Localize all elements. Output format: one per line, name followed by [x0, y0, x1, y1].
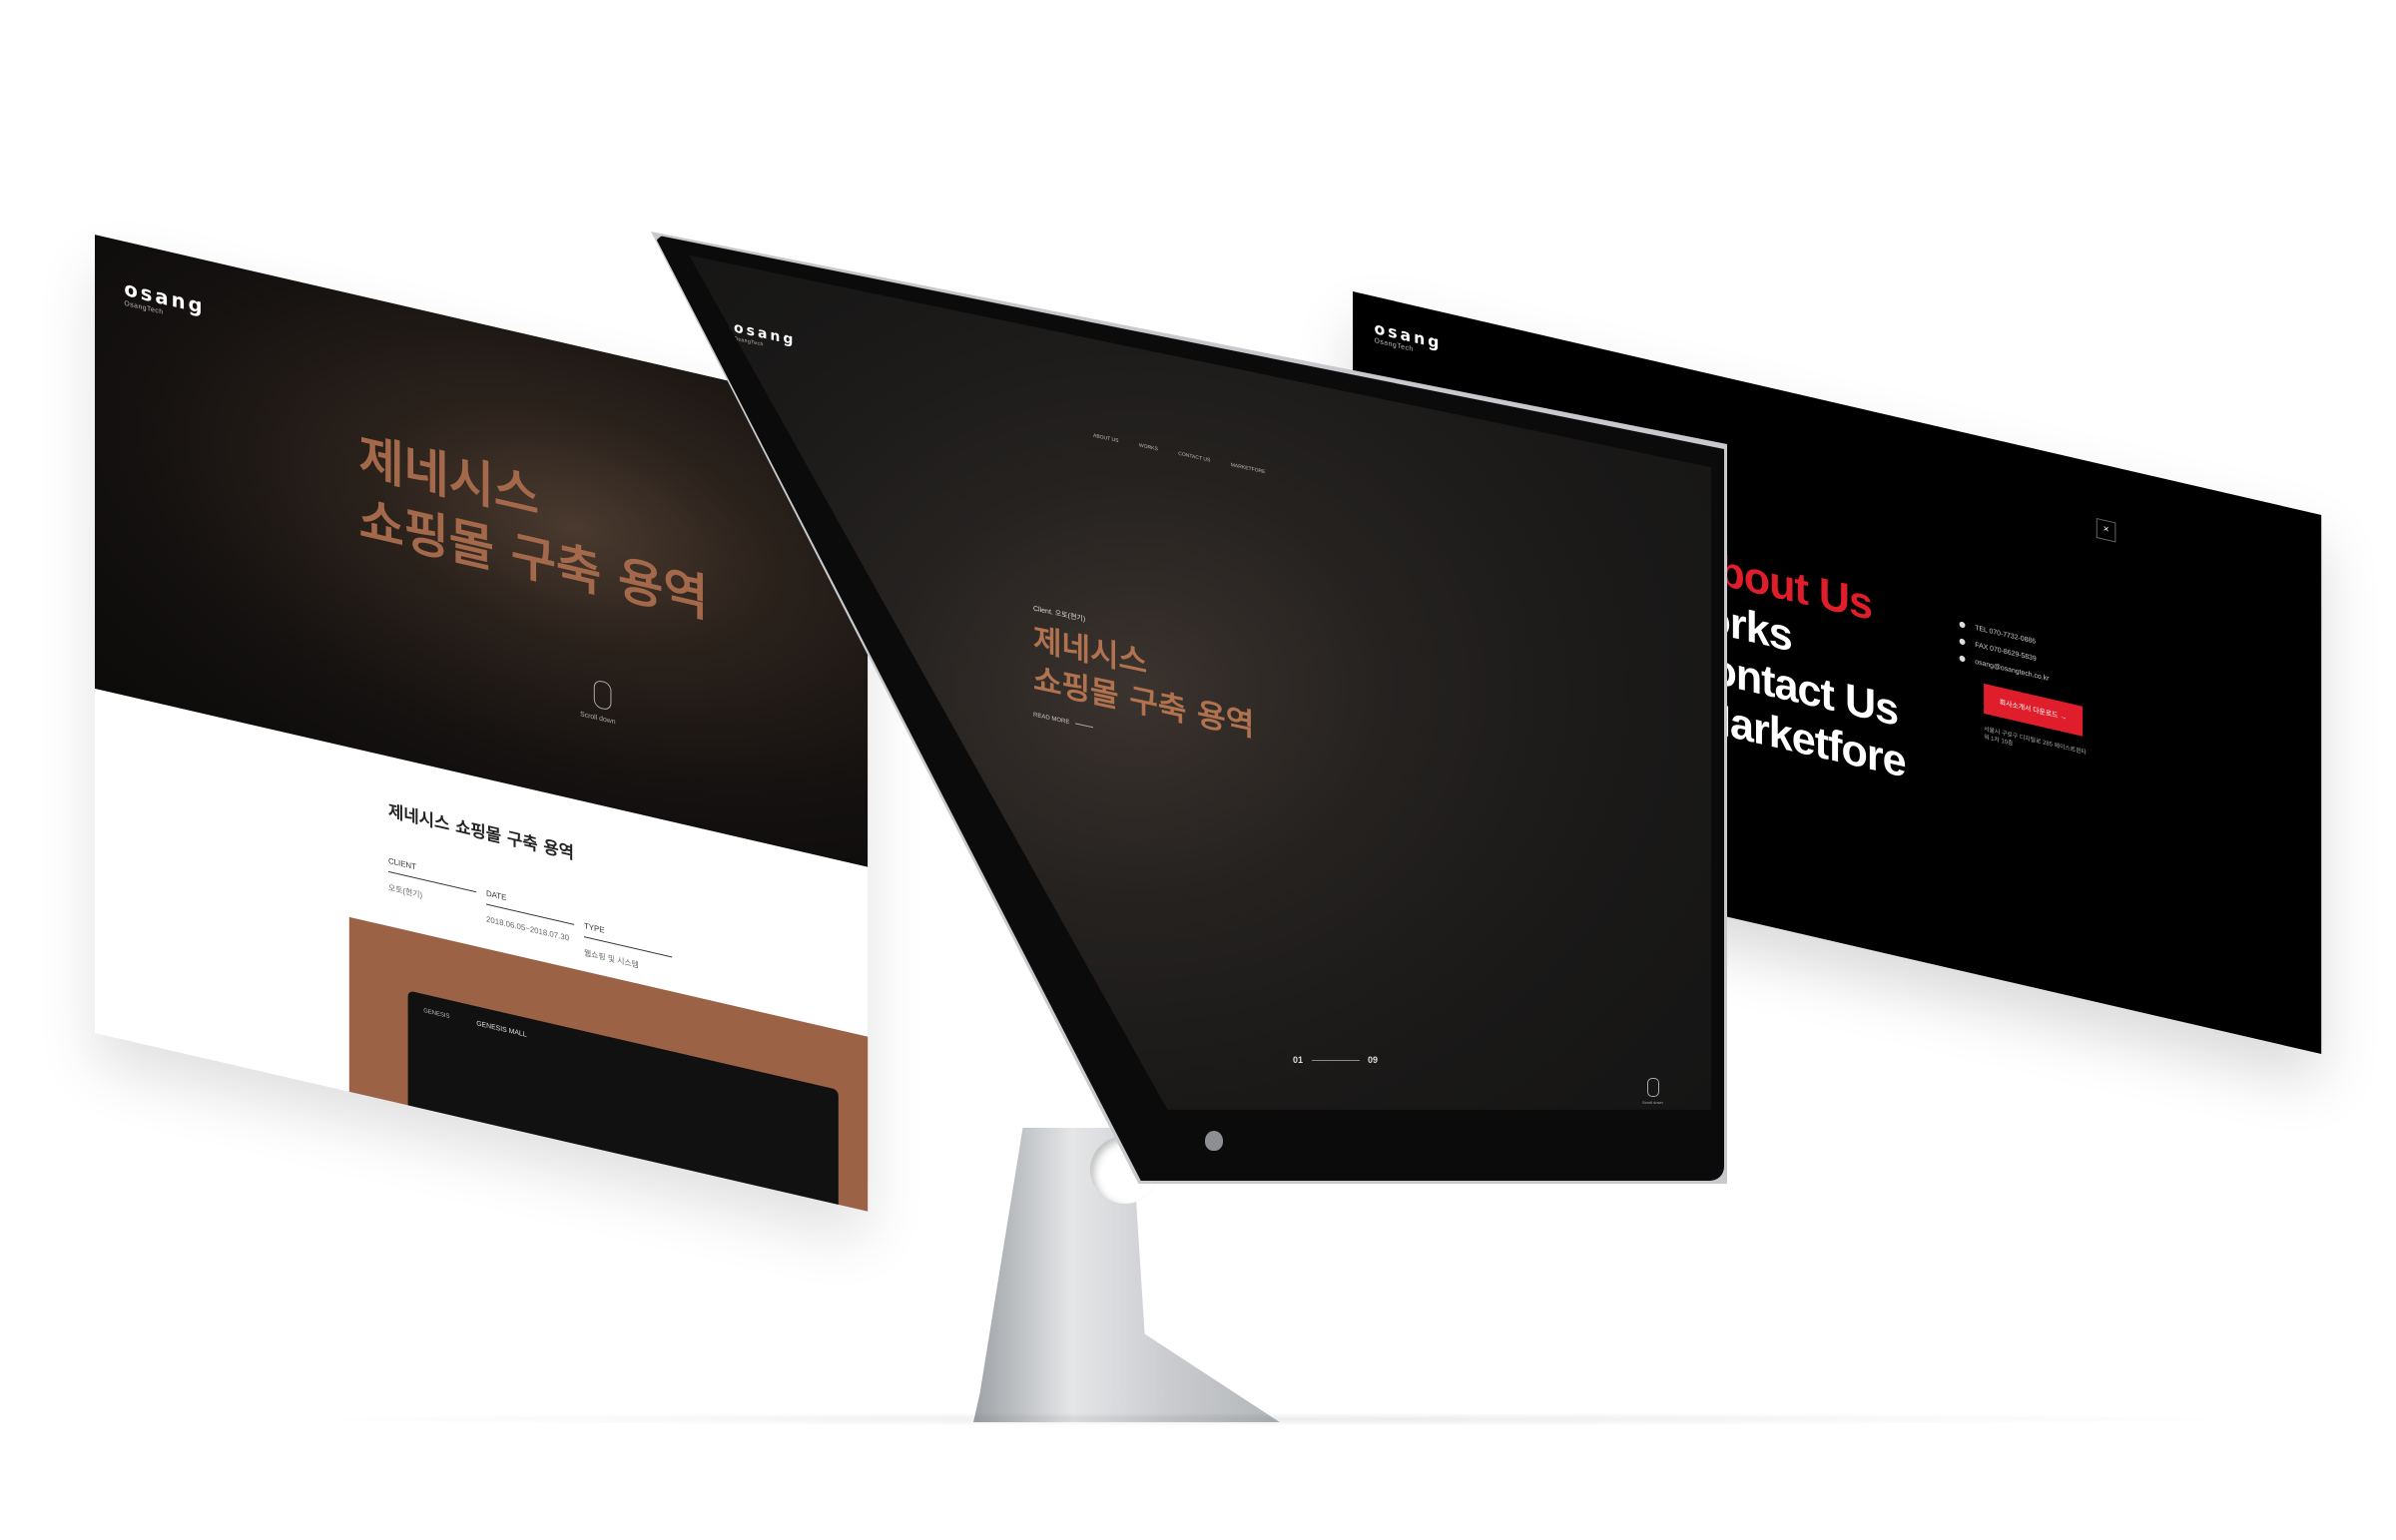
fax-icon	[1959, 638, 1966, 646]
phone-icon	[1959, 621, 1966, 629]
scroll-down-label: Scroll down	[1642, 1100, 1663, 1105]
device-label: GENESIS	[423, 1008, 450, 1021]
center-nav: ABOUT US WORKS CONTACT US MARKETFORE	[1093, 424, 1266, 479]
center-hero: Client. 오토(현기) 제네시스 쇼핑몰 구축 용역 READ MORE	[1033, 603, 1254, 765]
prev-label: PREV	[824, 624, 841, 634]
nav-about-us[interactable]: ABOUT US	[1093, 433, 1118, 444]
device-title: GENESIS MALL	[476, 1020, 527, 1039]
floor-shadow	[280, 1412, 2266, 1426]
imac-monitor: osang OsangTech ABOUT US WORKS CONTACT U…	[651, 232, 1727, 1184]
page-indicator: 01 09	[1293, 1055, 1378, 1065]
center-logo[interactable]: osang OsangTech	[734, 319, 796, 354]
contact-mail: osang@osangtech.co.kr	[1959, 655, 2092, 693]
nav-marketfore[interactable]: MARKETFORE	[1231, 462, 1266, 475]
mail-icon	[1959, 655, 1966, 663]
mouse-scroll-icon	[593, 679, 612, 712]
copyright-text: © OSANGTECH. all rights reserved.	[926, 993, 1039, 1020]
mouse-scroll-icon	[1647, 1078, 1659, 1097]
project-title: 제네시스 쇼핑몰 구축 용역	[388, 800, 575, 864]
center-screen: osang OsangTech ABOUT US WORKS CONTACT U…	[689, 255, 1712, 1110]
client-value: 오토(현기)	[388, 882, 423, 900]
page-current: 01	[1293, 1055, 1304, 1065]
nav-contact-us[interactable]: CONTACT US	[1178, 451, 1210, 464]
contact-info: TEL 070-7732-0886 FAX 070-8629-5839 osan…	[1959, 621, 2092, 767]
page-total: 09	[1368, 1055, 1379, 1065]
scroll-down-label: Scroll down	[580, 711, 616, 727]
nav-works[interactable]: WORKS	[1139, 442, 1158, 452]
left-logo[interactable]: osang OsangTech	[124, 276, 205, 326]
client-block: CLIENT 오토(현기)	[388, 856, 477, 913]
apple-logo-icon	[1205, 1131, 1223, 1151]
close-button[interactable]: ×	[2096, 517, 2116, 543]
date-block: DATE 2018.06.05~2018.07.30	[486, 889, 575, 944]
date-value: 2018.06.05~2018.07.30	[486, 914, 570, 943]
